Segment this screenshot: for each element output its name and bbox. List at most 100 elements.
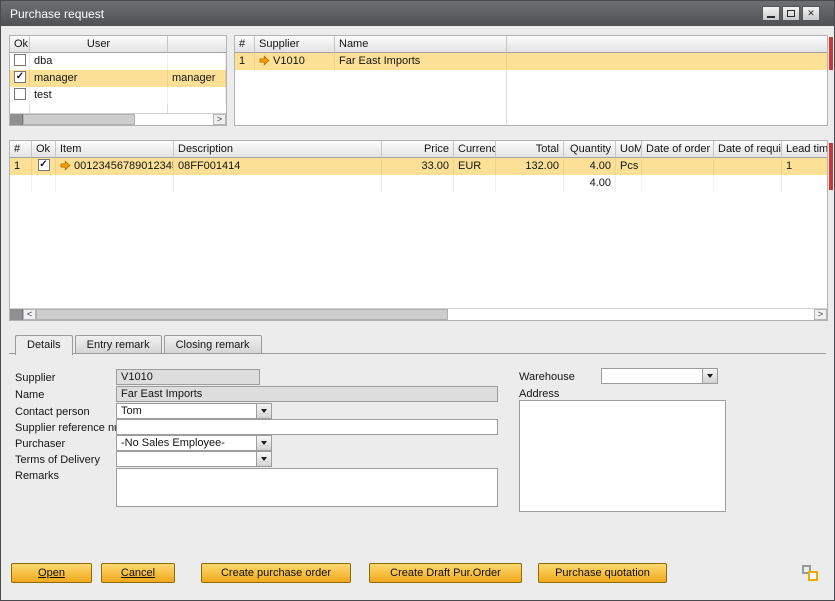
purchase-request-window: Purchase request ✕ Ok User dba ✓ manager… xyxy=(0,0,835,601)
user-name-cell: test xyxy=(30,87,168,104)
scroll-right-button[interactable]: > xyxy=(814,309,827,320)
supplier-row-num: 1 xyxy=(235,53,255,70)
users-horizontal-scrollbar[interactable]: > xyxy=(10,113,226,125)
tab-closing-remark[interactable]: Closing remark xyxy=(164,335,262,354)
dropdown-button[interactable] xyxy=(256,436,271,450)
suppliers-col-num[interactable]: # xyxy=(235,36,255,53)
scroll-left-button[interactable] xyxy=(10,114,23,125)
supplier-row[interactable]: 1 V1010 Far East Imports xyxy=(235,53,827,70)
supplier-name-field[interactable]: Far East Imports xyxy=(116,386,498,402)
suppliers-col-blank[interactable] xyxy=(507,36,827,53)
items-col-total[interactable]: Total xyxy=(496,141,564,158)
items-horizontal-scrollbar[interactable]: < > xyxy=(10,308,827,320)
user-row[interactable]: test xyxy=(10,87,226,104)
link-arrow-icon[interactable] xyxy=(259,55,270,66)
purchase-quotation-button[interactable]: Purchase quotation xyxy=(538,563,667,583)
chevron-down-icon xyxy=(261,457,267,461)
users-col-user[interactable]: User xyxy=(30,36,168,53)
link-arrow-icon[interactable] xyxy=(60,160,71,171)
resize-grip-icon[interactable] xyxy=(802,565,818,581)
dropdown-button[interactable] xyxy=(256,452,271,466)
warehouse-dropdown[interactable] xyxy=(601,368,718,384)
item-currency-cell: EUR xyxy=(454,158,496,175)
address-field[interactable] xyxy=(519,400,726,512)
supplier-code: V1010 xyxy=(273,55,305,67)
close-button[interactable]: ✕ xyxy=(802,6,820,21)
items-col-uom[interactable]: UoM xyxy=(616,141,642,158)
chevron-down-icon xyxy=(261,441,267,445)
scrollbar-track[interactable] xyxy=(135,114,213,125)
chevron-down-icon xyxy=(707,374,713,378)
items-col-description[interactable]: Description xyxy=(174,141,382,158)
suppliers-col-supplier[interactable]: Supplier xyxy=(255,36,335,53)
dropdown-button[interactable] xyxy=(256,404,271,418)
purchaser-label: Purchaser xyxy=(15,438,65,450)
window-title: Purchase request xyxy=(10,7,104,21)
name-label: Name xyxy=(15,389,44,401)
user-name-cell: manager xyxy=(30,70,168,87)
user-row[interactable]: ✓ manager manager xyxy=(10,70,226,87)
users-col-ok[interactable]: Ok xyxy=(10,36,30,53)
create-purchase-order-button[interactable]: Create purchase order xyxy=(201,563,351,583)
cancel-button[interactable]: Cancel xyxy=(101,563,175,583)
item-row[interactable]: 1 ✓ 001234567890123456 08FF001414 33.00 … xyxy=(10,158,827,175)
supplier-field[interactable]: V1010 xyxy=(116,369,260,385)
users-panel: Ok User dba ✓ manager manager test > xyxy=(9,35,227,126)
items-col-item[interactable]: Item xyxy=(56,141,174,158)
scroll-left-button[interactable]: < xyxy=(23,309,36,320)
items-col-lead-time[interactable]: Lead time xyxy=(782,141,827,158)
items-col-ok[interactable]: Ok xyxy=(32,141,56,158)
supplier-reference-label: Supplier reference nu xyxy=(15,422,120,434)
user-ok-checkbox[interactable] xyxy=(14,54,26,66)
scrollbar-thumb[interactable] xyxy=(23,114,135,125)
items-col-quantity[interactable]: Quantity xyxy=(564,141,616,158)
item-date-of-order-cell xyxy=(642,158,714,175)
purchaser-dropdown[interactable]: -No Sales Employee- xyxy=(116,435,272,451)
scroll-right-button[interactable]: > xyxy=(213,114,226,125)
suppliers-panel: # Supplier Name 1 V1010 Far East Imports xyxy=(234,35,828,126)
warehouse-value xyxy=(602,369,702,383)
scrollbar-thumb[interactable] xyxy=(36,309,448,320)
item-code: 001234567890123456 xyxy=(74,160,174,172)
supplier-fill-cell xyxy=(507,53,827,70)
item-total-cell: 132.00 xyxy=(496,158,564,175)
user-ok-checkbox[interactable]: ✓ xyxy=(14,71,26,83)
scrollbar-corner xyxy=(10,309,23,320)
items-col-date-of-order[interactable]: Date of order xyxy=(642,141,714,158)
item-ok-checkbox[interactable]: ✓ xyxy=(38,159,50,171)
user-row[interactable]: dba xyxy=(10,53,226,70)
address-label: Address xyxy=(519,388,559,400)
item-lead-time-cell: 1 xyxy=(782,158,827,175)
supplier-reference-input[interactable] xyxy=(116,419,498,435)
remarks-field[interactable] xyxy=(116,468,498,507)
items-col-date-of-required[interactable]: Date of requir xyxy=(714,141,782,158)
suppliers-col-name[interactable]: Name xyxy=(335,36,507,53)
items-col-num[interactable]: # xyxy=(10,141,32,158)
user-extra-cell xyxy=(168,53,226,70)
terms-of-delivery-label: Terms of Delivery xyxy=(15,454,100,466)
items-col-currency[interactable]: Currenc xyxy=(454,141,496,158)
tab-details[interactable]: Details xyxy=(15,335,73,355)
minimize-button[interactable] xyxy=(762,6,780,21)
supplier-label: Supplier xyxy=(15,372,55,384)
items-col-price[interactable]: Price xyxy=(382,141,454,158)
warehouse-label: Warehouse xyxy=(519,371,575,383)
user-ok-checkbox[interactable] xyxy=(14,88,26,100)
item-row-num: 1 xyxy=(10,158,32,175)
chevron-down-icon xyxy=(261,409,267,413)
users-col-blank[interactable] xyxy=(168,36,226,53)
open-button[interactable]: Open xyxy=(11,563,92,583)
title-bar[interactable]: Purchase request xyxy=(1,1,834,26)
scrollbar-track[interactable] xyxy=(448,309,814,320)
detail-tabs: Details Entry remark Closing remark xyxy=(15,335,264,355)
maximize-icon xyxy=(787,10,795,17)
tab-entry-remark[interactable]: Entry remark xyxy=(75,335,162,354)
contact-person-value: Tom xyxy=(117,404,256,418)
terms-of-delivery-dropdown[interactable] xyxy=(116,451,272,467)
item-description-cell: 08FF001414 xyxy=(174,158,382,175)
dropdown-button[interactable] xyxy=(702,369,717,383)
maximize-button[interactable] xyxy=(782,6,800,21)
contact-person-dropdown[interactable]: Tom xyxy=(116,403,272,419)
create-draft-purchase-order-button[interactable]: Create Draft Pur.Order xyxy=(369,563,522,583)
remarks-label: Remarks xyxy=(15,470,59,482)
